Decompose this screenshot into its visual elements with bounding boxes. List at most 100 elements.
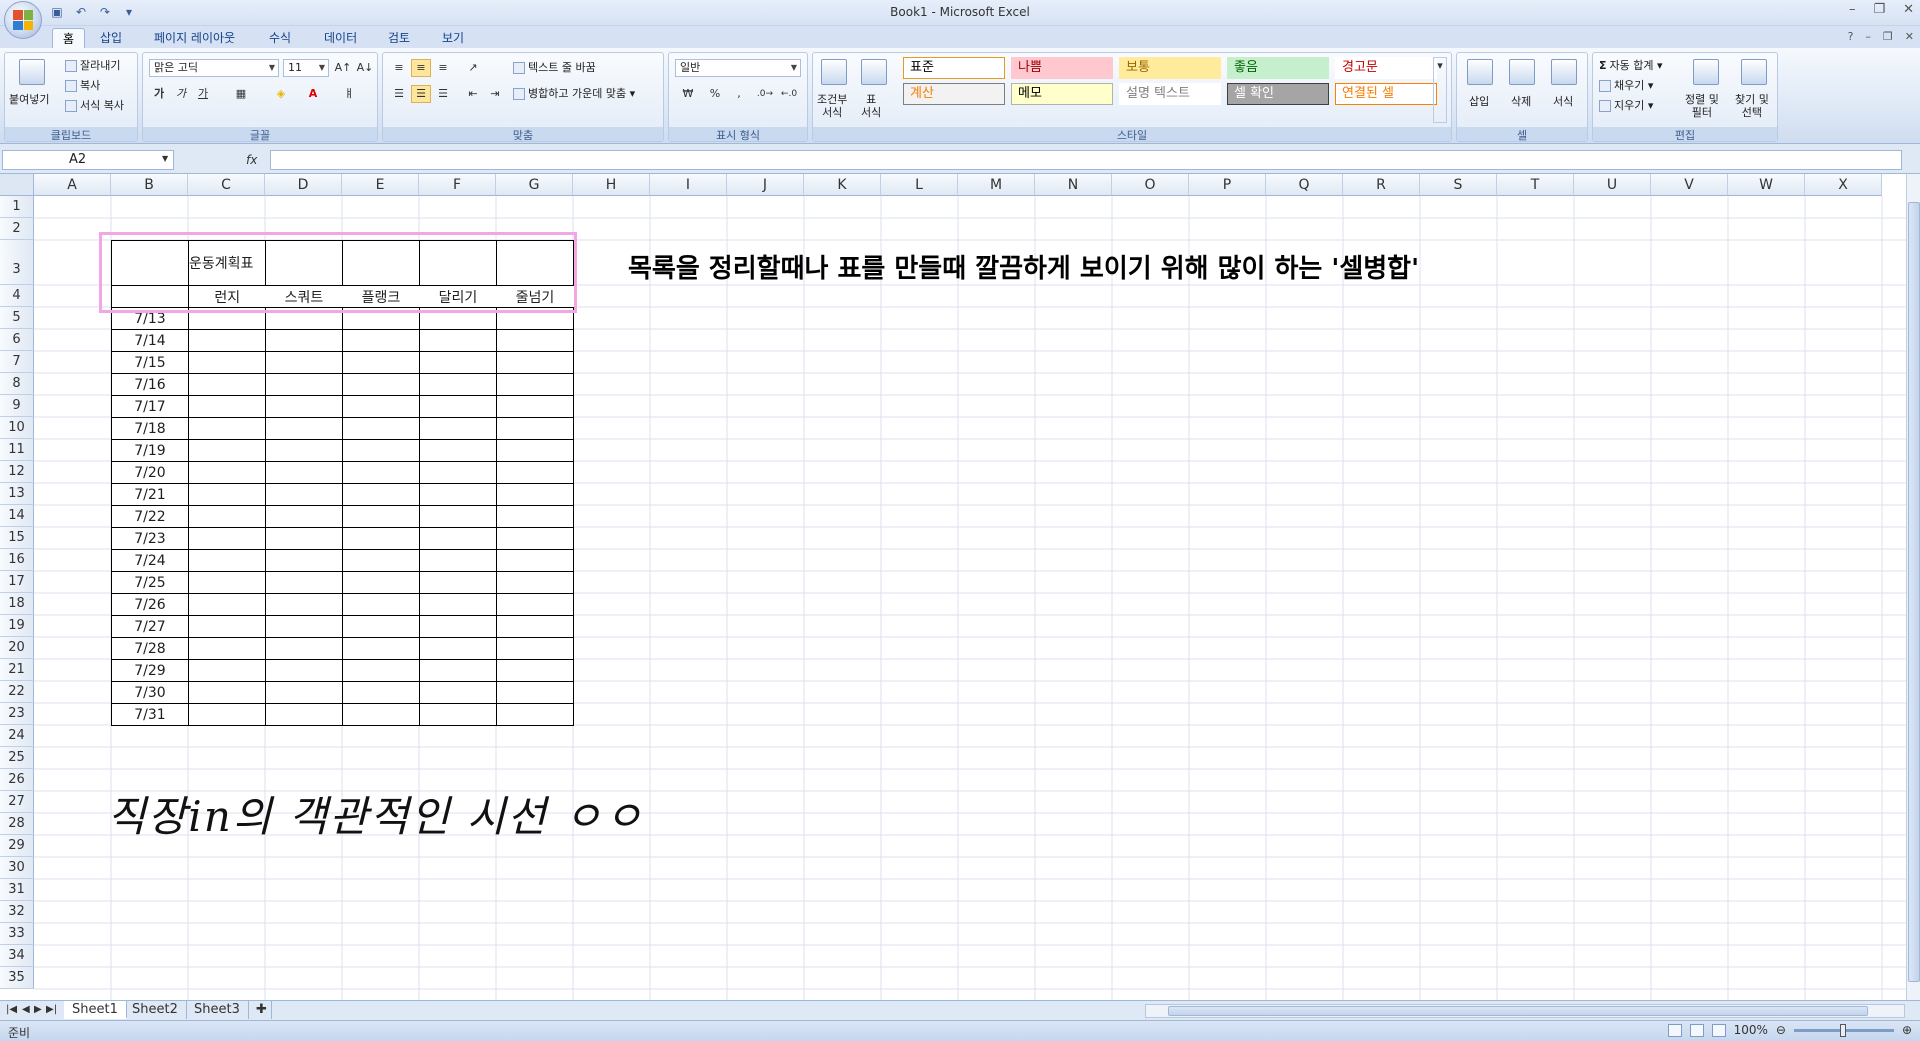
table-cell[interactable] bbox=[342, 615, 420, 638]
table-cell[interactable] bbox=[419, 461, 497, 484]
column-header-a[interactable]: A bbox=[34, 174, 111, 196]
bold-button[interactable]: 가 bbox=[149, 85, 169, 103]
column-header-k[interactable]: K bbox=[804, 174, 881, 196]
column-header-b[interactable]: B bbox=[111, 174, 188, 196]
table-cell[interactable] bbox=[265, 549, 343, 572]
table-date-cell[interactable]: 7/16 bbox=[111, 373, 189, 396]
vertical-scrollbar[interactable] bbox=[1906, 174, 1920, 1000]
table-cell[interactable] bbox=[419, 659, 497, 682]
table-cell[interactable] bbox=[419, 571, 497, 594]
column-header-v[interactable]: V bbox=[1651, 174, 1728, 196]
row-header-8[interactable]: 8 bbox=[0, 373, 34, 395]
table-cell[interactable] bbox=[496, 637, 574, 660]
row-header-14[interactable]: 14 bbox=[0, 505, 34, 527]
table-cell[interactable] bbox=[496, 483, 574, 506]
table-cell[interactable] bbox=[342, 439, 420, 462]
align-right-icon[interactable]: ☰ bbox=[433, 85, 453, 103]
table-cell[interactable] bbox=[342, 373, 420, 396]
zoom-slider[interactable] bbox=[1793, 1023, 1894, 1037]
table-cell[interactable] bbox=[188, 483, 266, 506]
zoom-knob[interactable] bbox=[1839, 1023, 1846, 1037]
align-top-icon[interactable]: ≡ bbox=[389, 59, 409, 77]
column-header-p[interactable]: P bbox=[1189, 174, 1266, 196]
table-cell[interactable] bbox=[342, 549, 420, 572]
increase-decimal-icon[interactable]: .0→ bbox=[755, 85, 775, 103]
table-cell[interactable] bbox=[188, 505, 266, 528]
table-cell[interactable] bbox=[265, 571, 343, 594]
cell-style-3[interactable]: 좋음 bbox=[1227, 57, 1329, 79]
table-date-cell[interactable]: 7/28 bbox=[111, 637, 189, 660]
increase-indent-icon[interactable]: ⇥ bbox=[485, 85, 505, 103]
styles-more-icon[interactable]: ▾ bbox=[1433, 57, 1447, 123]
table-cell[interactable] bbox=[342, 505, 420, 528]
column-header-l[interactable]: L bbox=[881, 174, 958, 196]
row-header-12[interactable]: 12 bbox=[0, 461, 34, 483]
orientation-icon[interactable]: ↗ bbox=[463, 59, 483, 77]
fill-color-icon[interactable]: ◈ bbox=[271, 85, 291, 103]
table-cell[interactable] bbox=[419, 483, 497, 506]
table-cell[interactable] bbox=[188, 439, 266, 462]
select-all-corner[interactable] bbox=[0, 174, 34, 196]
fill-button[interactable]: 채우기 ▾ bbox=[1599, 79, 1653, 92]
sort-filter-icon[interactable] bbox=[1693, 59, 1719, 85]
page-layout-view-icon[interactable] bbox=[1689, 1023, 1704, 1037]
table-cell[interactable] bbox=[265, 461, 343, 484]
column-header-g[interactable]: G bbox=[496, 174, 573, 196]
workbook-close-icon[interactable]: ✕ bbox=[1905, 30, 1914, 43]
tab-data[interactable]: 데이터 bbox=[314, 28, 367, 48]
table-cell[interactable] bbox=[265, 615, 343, 638]
column-header-w[interactable]: W bbox=[1728, 174, 1805, 196]
first-sheet-icon[interactable]: |◀ bbox=[6, 1004, 17, 1015]
table-cell[interactable] bbox=[188, 681, 266, 704]
table-cell[interactable] bbox=[496, 593, 574, 616]
format-cells-button[interactable]: 서식 bbox=[1553, 95, 1573, 108]
table-date-cell[interactable]: 7/29 bbox=[111, 659, 189, 682]
zoom-level[interactable]: 100% bbox=[1734, 1023, 1768, 1037]
row-header-25[interactable]: 25 bbox=[0, 747, 34, 769]
tab-home[interactable]: 홈 bbox=[52, 28, 86, 48]
table-cell[interactable] bbox=[496, 351, 574, 374]
column-header-c[interactable]: C bbox=[188, 174, 265, 196]
row-header-28[interactable]: 28 bbox=[0, 813, 34, 835]
table-cell[interactable] bbox=[419, 351, 497, 374]
row-header-21[interactable]: 21 bbox=[0, 659, 34, 681]
shrink-font-icon[interactable]: A↓ bbox=[355, 59, 375, 77]
row-header-34[interactable]: 34 bbox=[0, 945, 34, 967]
row-header-22[interactable]: 22 bbox=[0, 681, 34, 703]
table-cell[interactable] bbox=[265, 483, 343, 506]
normal-view-icon[interactable] bbox=[1667, 1023, 1682, 1037]
table-date-cell[interactable]: 7/22 bbox=[111, 505, 189, 528]
table-cell[interactable] bbox=[188, 373, 266, 396]
cell-style-7[interactable]: 설명 텍스트 bbox=[1119, 83, 1221, 105]
table-cell[interactable] bbox=[265, 659, 343, 682]
table-date-cell[interactable]: 7/30 bbox=[111, 681, 189, 704]
table-date-cell[interactable]: 7/18 bbox=[111, 417, 189, 440]
row-header-16[interactable]: 16 bbox=[0, 549, 34, 571]
table-cell[interactable] bbox=[419, 417, 497, 440]
clear-button[interactable]: 지우기 ▾ bbox=[1599, 99, 1653, 112]
table-cell[interactable] bbox=[188, 637, 266, 660]
paste-button[interactable]: 붙여넣기 bbox=[9, 93, 49, 106]
table-cell[interactable] bbox=[342, 483, 420, 506]
sheet-tab-1[interactable]: Sheet1 bbox=[64, 1001, 127, 1019]
table-cell[interactable] bbox=[342, 527, 420, 550]
minimize-icon[interactable]: – bbox=[1849, 2, 1856, 17]
delete-cells-button[interactable]: 삭제 bbox=[1511, 95, 1531, 108]
table-cell[interactable] bbox=[265, 373, 343, 396]
table-cell[interactable] bbox=[419, 549, 497, 572]
table-cell[interactable] bbox=[188, 549, 266, 572]
delete-cells-icon[interactable] bbox=[1509, 59, 1535, 85]
row-header-33[interactable]: 33 bbox=[0, 923, 34, 945]
table-cell[interactable] bbox=[419, 637, 497, 660]
row-header-11[interactable]: 11 bbox=[0, 439, 34, 461]
table-cell[interactable] bbox=[188, 329, 266, 352]
paste-icon[interactable] bbox=[19, 59, 45, 85]
table-cell[interactable] bbox=[419, 395, 497, 418]
table-cell[interactable] bbox=[342, 351, 420, 374]
restore-icon[interactable]: ❐ bbox=[1873, 2, 1885, 17]
table-cell[interactable] bbox=[265, 329, 343, 352]
column-header-o[interactable]: O bbox=[1112, 174, 1189, 196]
sheet-tab-2[interactable]: Sheet2 bbox=[124, 1001, 187, 1019]
table-cell[interactable] bbox=[419, 703, 497, 726]
font-name-select[interactable]: 맑은 고딕 ▼ bbox=[149, 59, 279, 77]
